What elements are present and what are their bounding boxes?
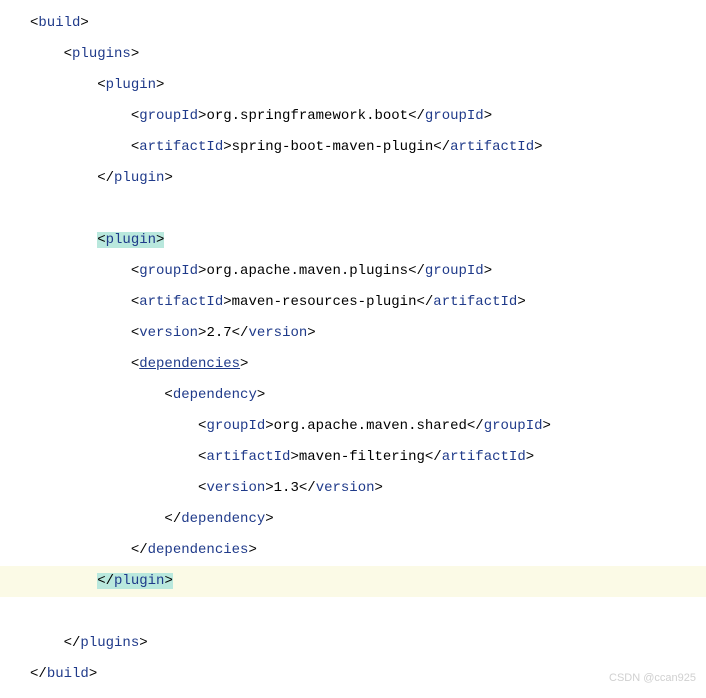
xml-text: 1.3 bbox=[274, 480, 299, 496]
code-line: <dependencies> bbox=[30, 349, 706, 380]
highlight-start: <plugin> bbox=[97, 232, 164, 248]
xml-tag: groupId bbox=[206, 418, 265, 434]
xml-tag-close: artifactId bbox=[433, 294, 517, 310]
xml-tag: artifactId bbox=[139, 294, 223, 310]
xml-tag: version bbox=[206, 480, 265, 496]
xml-tag-close: artifactId bbox=[450, 139, 534, 155]
xml-tag: groupId bbox=[139, 263, 198, 279]
xml-text: 2.7 bbox=[206, 325, 231, 341]
xml-tag-close: groupId bbox=[425, 108, 484, 124]
xml-tag: plugin bbox=[106, 232, 156, 248]
code-line: <version>1.3</version> bbox=[30, 473, 706, 504]
xml-tag-close: version bbox=[248, 325, 307, 341]
code-line: <artifactId>maven-resources-plugin</arti… bbox=[30, 287, 706, 318]
code-line: <groupId>org.apache.maven.plugins</group… bbox=[30, 256, 706, 287]
code-line: </dependencies> bbox=[30, 535, 706, 566]
xml-text: spring-boot-maven-plugin bbox=[232, 139, 434, 155]
code-line: <groupId>org.apache.maven.shared</groupI… bbox=[30, 411, 706, 442]
code-line: <dependency> bbox=[30, 380, 706, 411]
xml-tag-close: build bbox=[47, 666, 89, 682]
xml-tag: dependencies bbox=[139, 356, 240, 372]
code-line-highlighted: </plugin> bbox=[0, 566, 706, 597]
code-line: </dependency> bbox=[30, 504, 706, 535]
xml-text: maven-filtering bbox=[299, 449, 425, 465]
code-line-blank bbox=[30, 597, 706, 628]
xml-tag-close: artifactId bbox=[442, 449, 526, 465]
xml-tag-close: groupId bbox=[425, 263, 484, 279]
code-line: </plugin> bbox=[30, 163, 706, 194]
code-line-blank bbox=[30, 194, 706, 225]
xml-tag: plugins bbox=[72, 46, 131, 62]
watermark: CSDN @ccan925 bbox=[609, 663, 696, 694]
code-line: <plugin> bbox=[30, 70, 706, 101]
code-line: <groupId>org.springframework.boot</group… bbox=[30, 101, 706, 132]
xml-tag: plugin bbox=[106, 77, 156, 93]
xml-tag: artifactId bbox=[206, 449, 290, 465]
xml-tag-close: version bbox=[316, 480, 375, 496]
xml-tag: artifactId bbox=[139, 139, 223, 155]
xml-tag-close: dependencies bbox=[148, 542, 249, 558]
xml-tag: groupId bbox=[139, 108, 198, 124]
xml-tag: build bbox=[38, 15, 80, 31]
xml-tag: dependency bbox=[173, 387, 257, 403]
xml-tag-close: groupId bbox=[484, 418, 543, 434]
code-line: <artifactId>spring-boot-maven-plugin</ar… bbox=[30, 132, 706, 163]
xml-text: maven-resources-plugin bbox=[232, 294, 417, 310]
code-line: <plugins> bbox=[30, 39, 706, 70]
code-line: <artifactId>maven-filtering</artifactId> bbox=[30, 442, 706, 473]
xml-text: org.springframework.boot bbox=[206, 108, 408, 124]
xml-tag-close: plugin bbox=[114, 573, 164, 589]
xml-tag-close: plugin bbox=[114, 170, 164, 186]
xml-text: org.apache.maven.shared bbox=[274, 418, 467, 434]
code-line: </plugins> bbox=[30, 628, 706, 659]
xml-text: org.apache.maven.plugins bbox=[206, 263, 408, 279]
code-line: </build> bbox=[30, 659, 706, 690]
xml-tag-close: dependency bbox=[181, 511, 265, 527]
highlight-end: </plugin> bbox=[97, 573, 173, 589]
xml-tag: version bbox=[139, 325, 198, 341]
xml-tag-close: plugins bbox=[80, 635, 139, 651]
code-line: <build> bbox=[30, 8, 706, 39]
code-line: <plugin> bbox=[30, 225, 706, 256]
code-line: <version>2.7</version> bbox=[30, 318, 706, 349]
